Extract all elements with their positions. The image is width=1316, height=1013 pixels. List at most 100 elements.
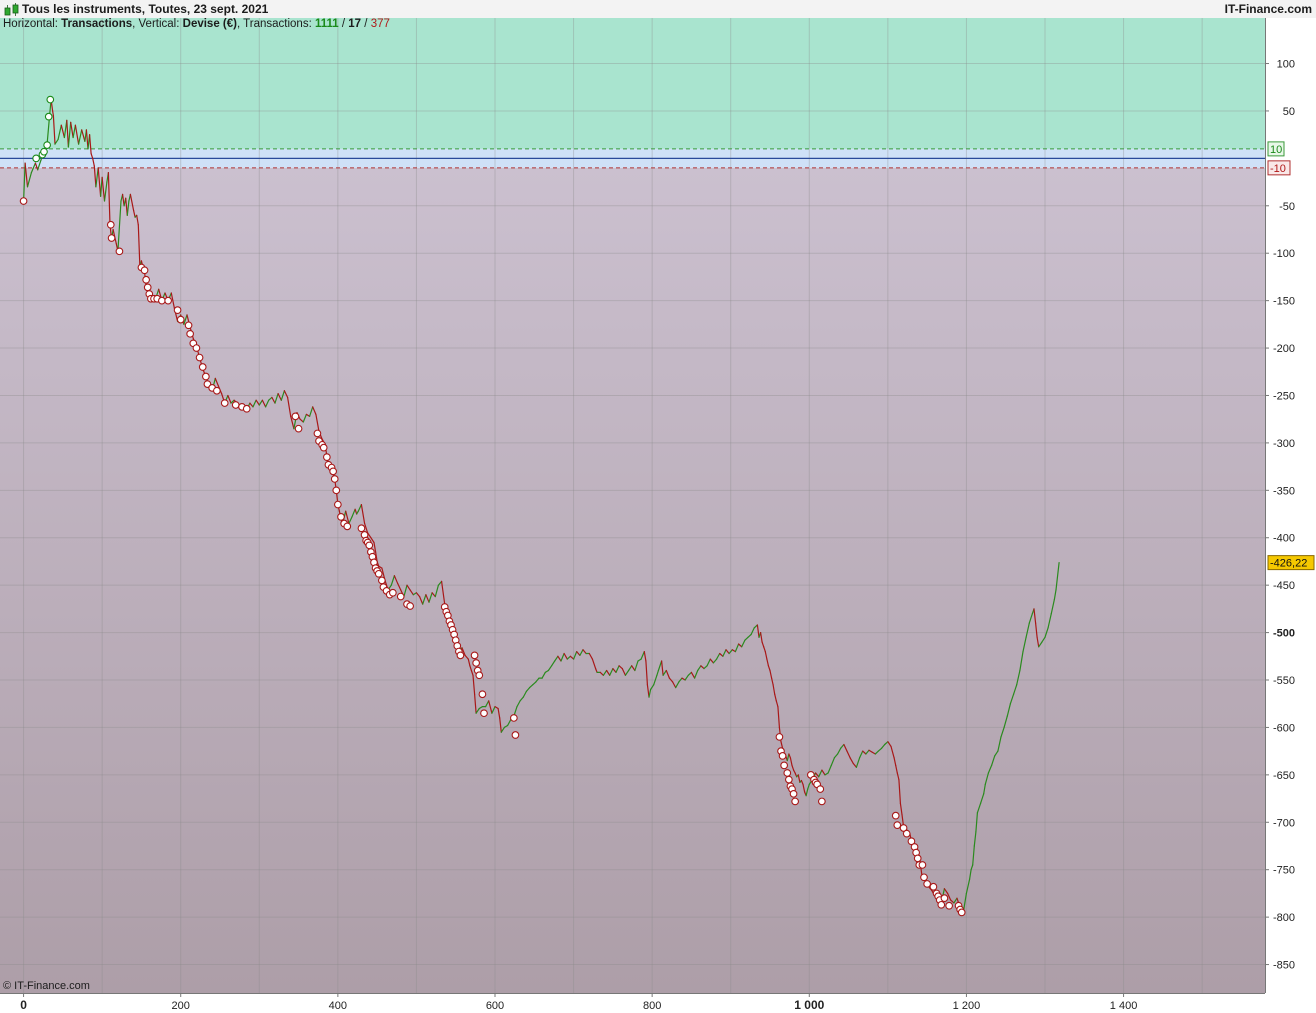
loss-marker bbox=[330, 475, 339, 483]
loss-marker bbox=[142, 275, 150, 284]
loss-marker bbox=[195, 353, 204, 362]
transactions-winning: 17 bbox=[348, 18, 362, 30]
copyright-notice: © IT-Finance.com bbox=[3, 980, 90, 992]
vertical-label: Vertical: bbox=[138, 18, 180, 30]
loss-marker bbox=[940, 894, 949, 903]
loss-marker bbox=[470, 651, 479, 660]
y-tick-label: -200 bbox=[1273, 343, 1295, 355]
y-tick-label: -150 bbox=[1273, 296, 1295, 308]
loss-marker bbox=[389, 588, 397, 597]
loss-marker bbox=[475, 671, 484, 680]
win-marker bbox=[44, 112, 53, 121]
win-marker bbox=[46, 95, 55, 104]
x-tick-label: 1 200 bbox=[953, 1000, 981, 1012]
loss-marker bbox=[365, 541, 374, 550]
y-tick-label: -650 bbox=[1273, 770, 1295, 782]
y-tick-label: -750 bbox=[1273, 865, 1295, 877]
x-tick-label: 800 bbox=[643, 1000, 661, 1012]
y-tick-label: -600 bbox=[1273, 722, 1295, 734]
loss-marker bbox=[775, 733, 784, 741]
x-tick-label: 1 000 bbox=[794, 998, 824, 1012]
vertical-value: Devise (€) bbox=[182, 18, 237, 30]
x-tick-label: 1 400 bbox=[1110, 1000, 1138, 1012]
loss-marker bbox=[937, 900, 946, 909]
y-tick-label: -550 bbox=[1273, 675, 1295, 687]
y-tick-label: -450 bbox=[1273, 580, 1295, 592]
x-tick-label: 400 bbox=[329, 1000, 347, 1012]
loss-marker bbox=[140, 266, 149, 275]
loss-marker bbox=[313, 429, 322, 438]
x-tick-label: 0 bbox=[20, 998, 27, 1012]
loss-marker bbox=[357, 524, 366, 533]
loss-marker bbox=[202, 372, 210, 381]
loss-marker bbox=[929, 882, 938, 891]
y-tick-label: -250 bbox=[1273, 390, 1295, 402]
y-tick-label: -50 bbox=[1279, 201, 1295, 213]
transactions-separator: / bbox=[341, 18, 346, 30]
loss-marker bbox=[816, 785, 825, 793]
loss-marker bbox=[323, 453, 331, 461]
loss-marker bbox=[478, 690, 487, 699]
loss-marker bbox=[242, 404, 251, 413]
loss-marker bbox=[19, 197, 28, 205]
loss-marker bbox=[198, 363, 207, 371]
transactions-separator: / bbox=[364, 18, 368, 30]
loss-marker bbox=[115, 247, 124, 256]
loss-marker bbox=[220, 399, 229, 407]
loss-marker bbox=[818, 797, 826, 806]
loss-marker bbox=[378, 576, 386, 585]
loss-marker bbox=[920, 873, 928, 882]
loss-marker bbox=[176, 315, 185, 324]
last-value-label: -426,22 bbox=[1270, 558, 1307, 570]
loss-marker bbox=[173, 306, 182, 314]
loss-marker bbox=[143, 283, 152, 292]
loss-marker bbox=[923, 880, 931, 888]
loss-marker bbox=[783, 769, 792, 777]
loss-marker bbox=[780, 761, 788, 770]
loss-marker bbox=[158, 296, 166, 305]
y-tick-label: -700 bbox=[1273, 817, 1295, 829]
loss-marker bbox=[918, 861, 927, 869]
loss-marker bbox=[789, 789, 798, 798]
lower-band-label: -10 bbox=[1270, 163, 1286, 175]
loss-marker bbox=[192, 344, 201, 352]
loss-marker bbox=[291, 412, 300, 421]
loss-marker bbox=[902, 829, 911, 838]
loss-marker bbox=[456, 651, 465, 660]
loss-marker bbox=[337, 513, 345, 521]
loss-marker bbox=[480, 709, 488, 718]
win-marker bbox=[32, 154, 40, 163]
loss-marker bbox=[332, 486, 341, 495]
loss-marker bbox=[319, 443, 328, 452]
loss-marker bbox=[231, 401, 240, 409]
loss-marker bbox=[511, 731, 520, 739]
y-tick-label: 100 bbox=[1277, 59, 1295, 71]
loss-marker bbox=[213, 386, 221, 395]
y-tick-label: -800 bbox=[1273, 912, 1295, 924]
loss-marker bbox=[913, 854, 922, 863]
y-tick-label: -350 bbox=[1273, 485, 1295, 497]
loss-marker bbox=[294, 424, 303, 433]
y-tick-label: -400 bbox=[1273, 533, 1295, 545]
loss-marker bbox=[510, 714, 518, 722]
loss-marker bbox=[334, 500, 342, 509]
loss-marker bbox=[778, 752, 787, 760]
y-tick-label: -300 bbox=[1273, 438, 1295, 450]
loss-marker bbox=[893, 821, 902, 829]
loss-marker bbox=[891, 811, 900, 820]
loss-marker bbox=[472, 659, 480, 667]
equity-segment bbox=[51, 110, 55, 117]
horizontal-value: Transactions bbox=[61, 18, 133, 30]
loss-marker bbox=[791, 797, 799, 806]
y-tick-label: -850 bbox=[1273, 960, 1295, 972]
transactions-label: Transactions: bbox=[243, 18, 312, 30]
win-marker bbox=[43, 141, 51, 149]
x-tick-label: 200 bbox=[172, 1000, 190, 1012]
y-tick-label: -500 bbox=[1273, 628, 1295, 640]
loss-marker bbox=[107, 234, 116, 242]
loss-marker bbox=[374, 569, 383, 578]
loss-marker bbox=[343, 522, 352, 531]
loss-marker bbox=[406, 602, 414, 610]
loss-marker bbox=[785, 775, 793, 784]
loss-marker bbox=[957, 908, 966, 917]
